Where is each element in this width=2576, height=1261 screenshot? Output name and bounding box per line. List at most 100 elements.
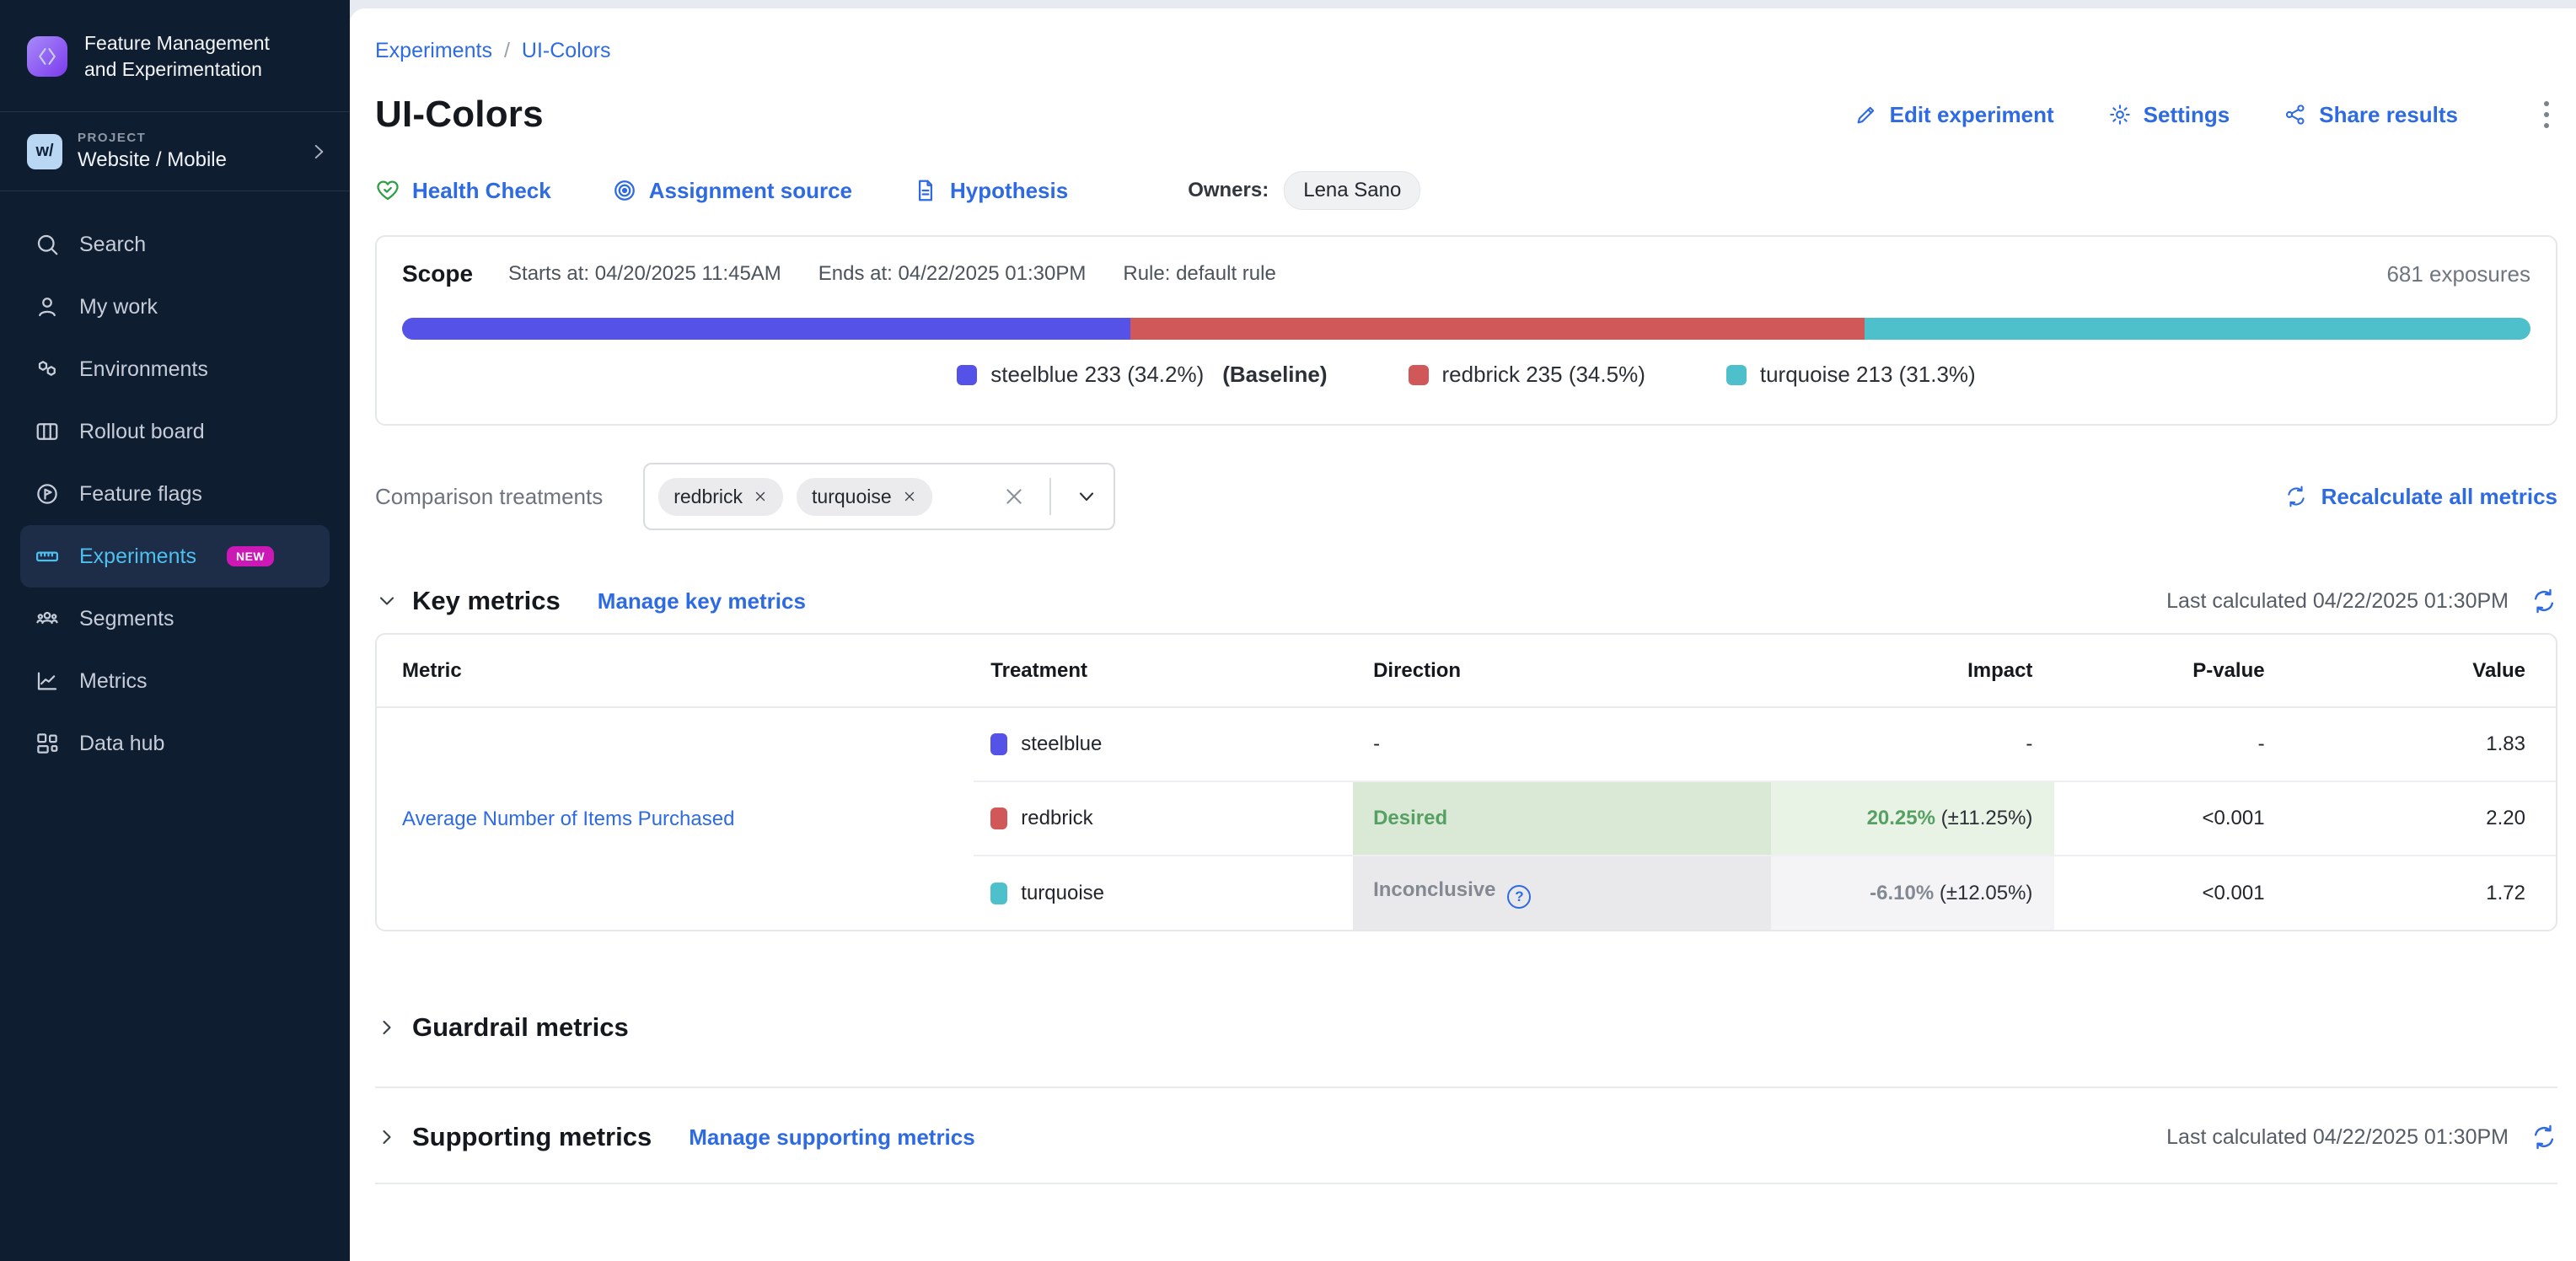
sidebar-item-label: My work <box>79 295 158 319</box>
bar-segment-redbrick <box>1130 318 1865 340</box>
key-metrics-table: Metric Treatment Direction Impact P-valu… <box>377 635 2556 930</box>
sidebar-item-label: Metrics <box>79 669 148 694</box>
metric-link[interactable]: Average Number of Items Purchased <box>402 808 734 830</box>
bar-segment-steelblue <box>402 318 1130 340</box>
settings-button[interactable]: Settings <box>2108 102 2230 128</box>
breadcrumb-separator: / <box>504 39 510 63</box>
sidebar-item-experiments[interactable]: Experiments NEW <box>20 525 330 588</box>
sidebar-item-label: Rollout board <box>79 420 205 444</box>
chevron-down-icon[interactable] <box>1075 485 1098 508</box>
manage-supporting-metrics-link[interactable]: Manage supporting metrics <box>689 1124 975 1151</box>
sidebar-menu: Search My work Environments Rollout boar… <box>0 191 350 775</box>
chevron-right-icon <box>308 141 330 163</box>
steelblue-swatch <box>990 733 1007 755</box>
share-results-button[interactable]: Share results <box>2284 102 2458 128</box>
assignment-source-link[interactable]: Assignment source <box>612 178 852 204</box>
new-badge: NEW <box>227 546 274 566</box>
app-window: Feature Management and Experimentation w… <box>0 0 2576 1261</box>
sidebar-item-feature-flags[interactable]: Feature flags <box>20 463 330 525</box>
comparison-treatments-select[interactable]: redbrick turquoise <box>643 463 1115 530</box>
col-impact: Impact <box>1771 635 2054 707</box>
direction-cell: Desired <box>1353 781 1771 856</box>
sidebar-item-label: Environments <box>79 357 208 382</box>
sidebar-item-search[interactable]: Search <box>20 213 330 276</box>
turquoise-swatch <box>990 883 1007 904</box>
treatment-cell: turquoise <box>974 882 1353 905</box>
comparison-row: Comparison treatments redbrick turquoise… <box>375 463 2557 530</box>
help-icon[interactable] <box>1507 885 1531 909</box>
recalculate-all-metrics-button[interactable]: Recalculate all metrics <box>2284 484 2557 510</box>
refresh-icon[interactable] <box>2530 588 2557 614</box>
clear-all-icon[interactable] <box>1002 485 1026 508</box>
people-group-icon <box>34 605 61 632</box>
document-icon <box>913 178 938 203</box>
treatment-cell: steelblue <box>974 732 1353 756</box>
edit-experiment-button[interactable]: Edit experiment <box>1854 102 2054 128</box>
main-content: Experiments / UI-Colors UI-Colors Edit e… <box>350 8 2576 1261</box>
exposures-count: 681 exposures <box>2386 261 2530 287</box>
col-value: Value <box>2290 635 2556 707</box>
sidebar-item-segments[interactable]: Segments <box>20 588 330 650</box>
owners-label: Owners: <box>1188 179 1269 202</box>
collapse-chevron-down-icon[interactable] <box>375 589 399 613</box>
manage-key-metrics-link[interactable]: Manage key metrics <box>598 588 806 614</box>
sidebar-item-data-hub[interactable]: Data hub <box>20 712 330 775</box>
chip-redbrick[interactable]: redbrick <box>658 478 783 516</box>
sidebar-item-environments[interactable]: Environments <box>20 338 330 400</box>
scope-title: Scope <box>402 260 473 287</box>
app-logo-icon[interactable] <box>27 36 67 77</box>
expand-chevron-right-icon[interactable] <box>375 1125 399 1149</box>
pvalue-cell: - <box>2054 707 2289 781</box>
heart-check-icon <box>375 178 400 203</box>
treatment-cell: redbrick <box>974 807 1353 830</box>
breadcrumb-current-link[interactable]: UI-Colors <box>522 39 611 63</box>
key-metrics-table-card: Metric Treatment Direction Impact P-valu… <box>375 633 2557 931</box>
value-cell: 2.20 <box>2290 781 2556 856</box>
flag-circle-icon <box>34 480 61 507</box>
col-direction: Direction <box>1353 635 1771 707</box>
sidebar: Feature Management and Experimentation w… <box>0 0 350 1261</box>
section-divider <box>375 1183 2557 1184</box>
header-actions: Edit experiment Settings Share results <box>1854 96 2557 133</box>
legend-item-steelblue: steelblue 233 (34.2%) (Baseline) <box>957 362 1327 388</box>
hypothesis-link[interactable]: Hypothesis <box>913 178 1068 204</box>
breadcrumb-experiments-link[interactable]: Experiments <box>375 39 492 63</box>
health-check-link[interactable]: Health Check <box>375 178 551 204</box>
title-row: UI-Colors Edit experiment Settings Share… <box>375 94 2557 136</box>
value-cell: 1.72 <box>2290 856 2556 930</box>
baseline-tag: (Baseline) <box>1222 362 1327 388</box>
brand: Feature Management and Experimentation <box>0 0 350 112</box>
metric-cell: Average Number of Items Purchased <box>377 707 974 930</box>
supporting-metrics-header: Supporting metrics Manage supporting met… <box>375 1122 2557 1152</box>
supporting-metrics-title: Supporting metrics <box>412 1122 652 1152</box>
owner-chip[interactable]: Lena Sano <box>1284 171 1420 210</box>
supporting-metrics-last-calculated: Last calculated 04/22/2025 01:30PM <box>2166 1124 2557 1151</box>
impact-cell: 20.25% (±11.25%) <box>1771 781 2054 856</box>
owners: Owners: Lena Sano <box>1188 171 1420 210</box>
key-metrics-title: Key metrics <box>412 586 561 616</box>
sidebar-item-metrics[interactable]: Metrics <box>20 650 330 712</box>
more-options-button[interactable] <box>2536 96 2557 133</box>
guardrail-metrics-header: Guardrail metrics <box>375 1012 2557 1043</box>
person-icon <box>34 293 61 320</box>
sidebar-item-rollout-board[interactable]: Rollout board <box>20 400 330 463</box>
direction-cell: - <box>1353 707 1771 781</box>
share-icon <box>2284 103 2307 126</box>
remove-chip-icon[interactable] <box>753 489 768 504</box>
refresh-icon[interactable] <box>2530 1124 2557 1151</box>
col-pvalue: P-value <box>2054 635 2289 707</box>
remove-chip-icon[interactable] <box>902 489 917 504</box>
scope-starts-at: Starts at: 04/20/2025 11:45AM <box>508 262 781 286</box>
quick-links-row: Health Check Assignment source Hypothesi… <box>375 171 2557 210</box>
turquoise-swatch <box>1726 365 1747 385</box>
key-metrics-header: Key metrics Manage key metrics Last calc… <box>375 586 2557 616</box>
project-switcher[interactable]: w/ PROJECT Website / Mobile <box>0 112 350 191</box>
app-title: Feature Management and Experimentation <box>84 30 278 83</box>
expand-chevron-right-icon[interactable] <box>375 1016 399 1039</box>
refresh-icon <box>2284 485 2308 508</box>
board-columns-icon <box>34 418 61 445</box>
ruler-icon <box>34 543 61 570</box>
sidebar-item-my-work[interactable]: My work <box>20 276 330 338</box>
chip-turquoise[interactable]: turquoise <box>797 478 932 516</box>
hexagons-icon <box>34 356 61 383</box>
